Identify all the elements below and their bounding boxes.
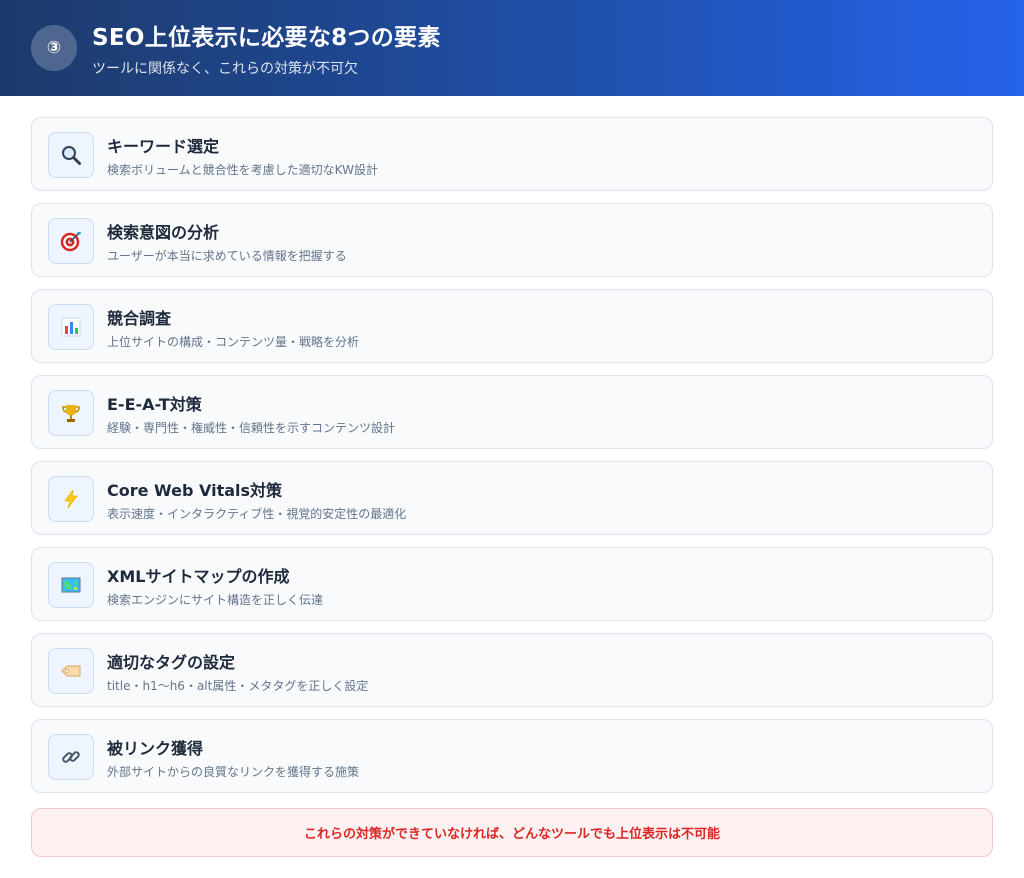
list-item: Core Web Vitals対策 表示速度・インタラクティブ性・視覚的安定性の… bbox=[31, 461, 993, 535]
item-title: 検索意図の分析 bbox=[107, 223, 220, 242]
list-item: 適切なタグの設定 title・h1〜h6・alt属性・メタタグを正しく設定 bbox=[31, 633, 993, 707]
list-item: 競合調査 上位サイトの構成・コンテンツ量・戦略を分析 bbox=[31, 289, 993, 363]
item-description: ユーザーが本当に求めている情報を把握する bbox=[107, 249, 347, 263]
item-title: 被リンク獲得 bbox=[107, 739, 204, 758]
target-icon bbox=[48, 218, 94, 264]
item-title: XMLサイトマップの作成 bbox=[107, 567, 290, 586]
item-description: 上位サイトの構成・コンテンツ量・戦略を分析 bbox=[107, 335, 360, 349]
trophy-icon bbox=[48, 390, 94, 436]
item-description: 検索ボリュームと競合性を考慮した適切なKW設計 bbox=[107, 163, 378, 177]
page-title: SEO上位表示に必要な8つの要素 bbox=[92, 25, 441, 51]
link-icon bbox=[48, 734, 94, 780]
item-description: 検索エンジンにサイト構造を正しく伝達 bbox=[107, 593, 324, 607]
warning-text: これらの対策ができていなければ、どんなツールでも上位表示は不可能 bbox=[303, 827, 720, 842]
item-description: 外部サイトからの良質なリンクを獲得する施策 bbox=[107, 765, 360, 779]
tag-icon bbox=[48, 648, 94, 694]
list-item: XMLサイトマップの作成 検索エンジンにサイト構造を正しく伝達 bbox=[31, 547, 993, 621]
warning-notice: これらの対策ができていなければ、どんなツールでも上位表示は不可能 bbox=[31, 808, 993, 857]
item-title: 適切なタグの設定 bbox=[107, 653, 236, 672]
page-subtitle: ツールに関係なく、これらの対策が不可欠 bbox=[92, 61, 358, 77]
item-title: Core Web Vitals対策 bbox=[107, 481, 283, 500]
step-number-badge: ③ bbox=[31, 25, 77, 71]
item-title: 競合調査 bbox=[107, 309, 172, 328]
item-title: E-E-A-T対策 bbox=[107, 395, 202, 414]
list-item: 検索意図の分析 ユーザーが本当に求めている情報を把握する bbox=[31, 203, 993, 277]
map-icon bbox=[48, 562, 94, 608]
list-item: 被リンク獲得 外部サイトからの良質なリンクを獲得する施策 bbox=[31, 719, 993, 793]
list-item: キーワード選定 検索ボリュームと競合性を考慮した適切なKW設計 bbox=[31, 117, 993, 191]
item-description: title・h1〜h6・alt属性・メタタグを正しく設定 bbox=[107, 679, 369, 693]
header-banner: ③ SEO上位表示に必要な8つの要素 ツールに関係なく、これらの対策が不可欠 bbox=[0, 0, 1024, 96]
elements-list: キーワード選定 検索ボリュームと競合性を考慮した適切なKW設計 検索意図の分析 … bbox=[31, 117, 993, 805]
item-description: 表示速度・インタラクティブ性・視覚的安定性の最適化 bbox=[107, 507, 407, 521]
magnifier-icon bbox=[48, 132, 94, 178]
item-title: キーワード選定 bbox=[107, 137, 220, 156]
lightning-icon bbox=[48, 476, 94, 522]
item-description: 経験・専門性・権威性・信頼性を示すコンテンツ設計 bbox=[107, 421, 396, 435]
list-item: E-E-A-T対策 経験・専門性・権威性・信頼性を示すコンテンツ設計 bbox=[31, 375, 993, 449]
bar-chart-icon bbox=[48, 304, 94, 350]
